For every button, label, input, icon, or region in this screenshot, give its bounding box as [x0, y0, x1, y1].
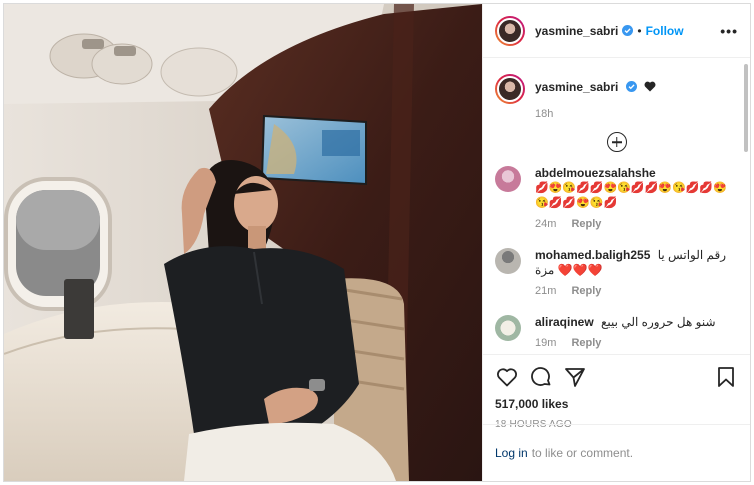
caption: yasmine_sabri 18h: [495, 74, 738, 120]
post-actions: 517,000 likes 18 HOURS AGO: [483, 354, 750, 430]
reply-button[interactable]: Reply: [571, 285, 601, 297]
caption-username[interactable]: yasmine_sabri: [535, 80, 618, 94]
comment-item: aliraqinew شنو هل حروره الي بيبع 19m Rep…: [495, 315, 738, 351]
photo-illustration: [4, 4, 482, 481]
verified-badge-icon: [625, 81, 637, 92]
follow-button[interactable]: Follow: [646, 24, 684, 38]
more-options-icon[interactable]: •••: [720, 23, 738, 39]
post-header: yasmine_sabri • Follow •••: [483, 4, 750, 58]
action-icons: [495, 363, 738, 391]
reply-button[interactable]: Reply: [571, 337, 601, 349]
comment-icon[interactable]: [529, 365, 553, 389]
comment-item: abdelmouezsalahshe 💋😍😘💋💋😍😘💋💋😍😘💋💋😍😘💋💋😍😘💋 …: [495, 166, 738, 232]
heart-icon[interactable]: [495, 365, 519, 389]
load-more-comments[interactable]: [495, 132, 738, 152]
post-side-panel: yasmine_sabri • Follow ••• yasmine_sabri: [482, 4, 750, 481]
comment-text: شنو هل حروره الي بيبع: [601, 315, 716, 329]
caption-time: 18h: [535, 108, 554, 120]
caption-avatar[interactable]: [495, 74, 525, 104]
commenter-avatar[interactable]: [495, 166, 521, 192]
comment-time: 24m: [535, 218, 557, 230]
black-heart-icon: [644, 81, 656, 92]
author-avatar[interactable]: [495, 15, 525, 46]
comment-meta: 21m Reply: [535, 284, 738, 299]
login-prompt-text: to like or comment.: [531, 446, 634, 460]
scrollbar[interactable]: [744, 64, 748, 152]
verified-badge-icon: [622, 25, 634, 36]
comment-meta: 19m Reply: [535, 336, 716, 351]
separator-dot: •: [637, 23, 642, 38]
plus-circle-icon[interactable]: [606, 132, 627, 152]
login-link[interactable]: Log in: [495, 446, 528, 460]
likes-count[interactable]: 517,000 likes: [495, 397, 738, 411]
comment-text: 💋😍😘💋💋😍😘💋💋😍😘💋💋😍😘💋💋😍😘💋: [535, 182, 727, 209]
bookmark-icon[interactable]: [714, 365, 738, 389]
share-icon[interactable]: [563, 365, 587, 389]
reply-button[interactable]: Reply: [571, 218, 601, 230]
commenter-username[interactable]: mohamed.baligh255: [535, 248, 650, 262]
commenter-username[interactable]: abdelmouezsalahshe: [535, 166, 656, 180]
commenter-avatar[interactable]: [495, 315, 521, 341]
post-photo[interactable]: [4, 4, 482, 481]
comment-meta: 24m Reply: [535, 217, 738, 232]
author-username[interactable]: yasmine_sabri: [535, 24, 618, 38]
comment-time: 19m: [535, 337, 557, 349]
comment-item: mohamed.baligh255 رقم الواتس يا مزة ❤️❤️…: [495, 248, 738, 299]
login-prompt: Log in to like or comment.: [483, 424, 750, 481]
commenter-avatar[interactable]: [495, 248, 521, 274]
comment-time: 21m: [535, 285, 557, 297]
post-modal: yasmine_sabri • Follow ••• yasmine_sabri: [3, 3, 751, 482]
comments-list[interactable]: yasmine_sabri 18h abdelmouezsalahshe 💋😍😘…: [483, 58, 750, 354]
commenter-username[interactable]: aliraqinew: [535, 315, 594, 329]
